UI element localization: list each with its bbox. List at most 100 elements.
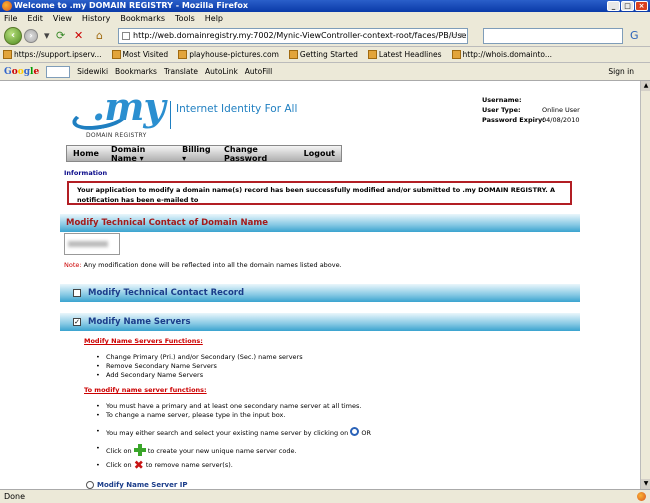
bookmark-playhouse[interactable]: playhouse-pictures.com	[178, 50, 279, 59]
bookmark-icon	[288, 50, 298, 59]
list-item: To change a name server, please type in …	[96, 411, 361, 420]
domain-registry-logo: .my DOMAIN REGISTRY	[70, 85, 172, 143]
note-text: Any modification done will be reflected …	[81, 261, 342, 269]
back-button[interactable]: ‹	[4, 27, 22, 45]
bookmark-latest-headlines[interactable]: Latest Headlines	[367, 50, 442, 59]
bookmark-most-visited[interactable]: Most Visited	[111, 50, 168, 59]
google-autolink[interactable]: AutoLink	[205, 67, 238, 76]
nav-logout[interactable]: Logout	[298, 149, 341, 158]
dropdown-icon[interactable]: ▾	[44, 30, 50, 42]
menu-view[interactable]: View	[53, 14, 72, 23]
google-signin[interactable]: Sign in	[608, 67, 634, 76]
modify-ip-radio[interactable]	[86, 481, 94, 489]
tagline-divider	[170, 101, 171, 129]
user-info: Username: User Type: Online User Password…	[482, 95, 580, 125]
page-icon	[122, 32, 130, 40]
menu-help[interactable]: Help	[205, 14, 223, 23]
maximize-button[interactable]: □	[621, 1, 634, 11]
nav-change-password[interactable]: Change Password	[218, 145, 298, 163]
nav-billing[interactable]: Billing ▾	[176, 145, 218, 163]
bookmark-star-icon[interactable]: ☆ ▾	[449, 29, 464, 43]
reload-icon[interactable]: ⟳	[56, 30, 65, 42]
vertical-scrollbar[interactable]: ▲ ▼	[640, 81, 650, 489]
domain-name-box	[64, 233, 120, 255]
tech-contact-section[interactable]: Modify Technical Contact Record	[60, 284, 580, 302]
nav-domain-name[interactable]: Domain Name ▾	[105, 145, 176, 163]
firefox-icon	[2, 1, 12, 11]
bookmark-getting-started[interactable]: Getting Started	[288, 50, 358, 59]
close-button[interactable]: ×	[635, 1, 648, 11]
url-bar[interactable]: http://web.domainregistry.my:7002/Mynic-…	[118, 28, 468, 44]
google-bookmarks[interactable]: Bookmarks	[115, 67, 157, 76]
how-list: You must have a primary and at least one…	[96, 402, 361, 420]
list-item: Add Secondary Name Servers	[96, 371, 303, 380]
menu-bookmarks[interactable]: Bookmarks	[120, 14, 165, 23]
site-nav-menu: Home Domain Name ▾ Billing ▾ Change Pass…	[66, 145, 342, 163]
remove-icon[interactable]: ✖	[134, 459, 144, 471]
google-toolbar: Google Sidewiki Bookmarks Translate Auto…	[0, 63, 650, 81]
url-text: http://web.domainregistry.my:7002/Mynic-…	[133, 31, 467, 40]
nav-home[interactable]: Home	[67, 149, 105, 158]
google-autofill[interactable]: AutoFill	[245, 67, 272, 76]
menu-bar: File Edit View History Bookmarks Tools H…	[0, 12, 650, 25]
bookmark-icon	[178, 50, 188, 59]
how-title: To modify name server functions:	[84, 386, 207, 394]
password-expiry-label: Password Expiry:	[482, 116, 545, 124]
google-logo: Google	[4, 66, 40, 77]
blurred-domain	[68, 241, 108, 247]
bookmark-support[interactable]: https://support.ipserv...	[3, 50, 102, 59]
search-input[interactable]	[483, 28, 623, 44]
bookmark-icon	[3, 50, 12, 59]
list-item: Click on ✖ to remove name server(s).	[96, 459, 233, 471]
name-servers-checkbox[interactable]: ✓	[73, 318, 81, 326]
note: Note: Any modification done will be refl…	[64, 261, 342, 269]
menu-edit[interactable]: Edit	[27, 14, 43, 23]
name-servers-label: Modify Name Servers	[88, 317, 191, 327]
scroll-up-icon[interactable]: ▲	[641, 81, 650, 91]
menu-tools[interactable]: Tools	[175, 14, 195, 23]
menu-history[interactable]: History	[82, 14, 110, 23]
page-content: .my DOMAIN REGISTRY Internet Identity Fo…	[0, 81, 640, 489]
search-icon[interactable]	[350, 427, 360, 436]
stop-icon[interactable]: ✕	[74, 30, 83, 42]
google-sidewiki[interactable]: Sidewiki	[77, 67, 108, 76]
search-engine-icon[interactable]: G	[630, 30, 639, 42]
status-bar: Done	[0, 489, 650, 503]
bookmark-icon	[451, 50, 461, 59]
list-item: You must have a primary and at least one…	[96, 402, 361, 411]
search-instruction: You may either search and select your ex…	[96, 427, 371, 438]
modify-ip-label: Modify Name Server IP	[97, 481, 188, 489]
window-titlebar: Welcome to .my DOMAIN REGISTRY - Mozilla…	[0, 0, 650, 12]
section-title: Modify Technical Contact of Domain Name	[60, 214, 580, 232]
google-translate[interactable]: Translate	[164, 67, 198, 76]
user-type-label: User Type:	[482, 106, 521, 114]
remove-instruction: Click on ✖ to remove name server(s).	[96, 459, 233, 471]
add-icon[interactable]	[133, 444, 146, 456]
tech-contact-label: Modify Technical Contact Record	[88, 288, 245, 298]
note-label: Note:	[64, 261, 82, 269]
menu-file[interactable]: File	[4, 14, 17, 23]
home-icon[interactable]: ⌂	[96, 30, 103, 42]
user-type-value: Online User	[542, 106, 580, 114]
create-instruction: Click on to create your new unique name …	[96, 444, 297, 456]
list-item: Change Primary (Pri.) and/or Secondary (…	[96, 353, 303, 362]
list-item: Remove Secondary Name Servers	[96, 362, 303, 371]
minimize-button[interactable]: _	[607, 1, 620, 11]
bookmark-icon	[367, 50, 377, 59]
name-servers-section[interactable]: ✓ Modify Name Servers	[60, 313, 580, 331]
tagline: Internet Identity For All	[176, 103, 298, 115]
window-title: Welcome to .my DOMAIN REGISTRY - Mozilla…	[14, 1, 249, 10]
status-text: Done	[4, 492, 26, 501]
bookmark-icon	[111, 50, 121, 59]
info-title: Information	[64, 169, 108, 177]
username-label: Username:	[482, 96, 522, 104]
password-expiry-value: 04/08/2010	[542, 116, 580, 124]
list-item: You may either search and select your ex…	[96, 427, 371, 438]
bookmarks-toolbar: https://support.ipserv... Most Visited p…	[0, 47, 650, 63]
forward-button[interactable]: ›	[24, 29, 38, 43]
functions-list: Change Primary (Pri.) and/or Secondary (…	[96, 353, 303, 380]
bookmark-whois[interactable]: http://whois.domainto...	[451, 50, 552, 59]
tech-contact-checkbox[interactable]	[73, 289, 81, 297]
google-search-input[interactable]	[46, 65, 71, 78]
scroll-down-icon[interactable]: ▼	[641, 479, 650, 489]
